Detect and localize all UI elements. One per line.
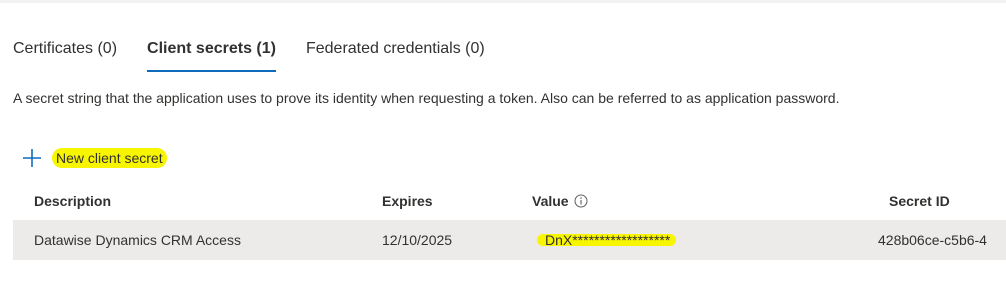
credentials-tabs: Certificates (0) Client secrets (1) Fede… <box>13 36 515 72</box>
top-divider <box>0 0 1006 3</box>
tab-certificates[interactable]: Certificates (0) <box>13 36 117 72</box>
table-row[interactable]: Datawise Dynamics CRM Access 12/10/2025 … <box>13 220 1006 260</box>
new-client-secret-label: New client secret <box>52 147 167 169</box>
cell-description: Datawise Dynamics CRM Access <box>34 232 241 248</box>
section-description: A secret string that the application use… <box>13 90 840 106</box>
cell-expires: 12/10/2025 <box>382 232 453 248</box>
column-header-value[interactable]: Value <box>532 182 588 220</box>
info-icon[interactable] <box>574 194 588 208</box>
table-header-row: Description Expires Value Secret ID <box>13 182 1006 220</box>
plus-icon <box>23 149 41 167</box>
column-header-value-label: Value <box>532 193 569 209</box>
cell-value[interactable]: DnX****************** <box>537 220 677 260</box>
tab-client-secrets[interactable]: Client secrets (1) <box>147 36 276 72</box>
column-header-expires[interactable]: Expires <box>382 182 433 220</box>
cell-secret-id[interactable]: 428b06ce-c5b6-4 <box>878 220 987 260</box>
new-client-secret-button[interactable]: New client secret <box>22 144 167 172</box>
client-secrets-table: Description Expires Value Secret ID Data… <box>13 182 1006 260</box>
column-header-secret-id[interactable]: Secret ID <box>889 182 950 220</box>
tab-federated-credentials[interactable]: Federated credentials (0) <box>306 36 485 72</box>
column-header-description[interactable]: Description <box>34 182 111 220</box>
secret-value: DnX****************** <box>545 232 671 248</box>
